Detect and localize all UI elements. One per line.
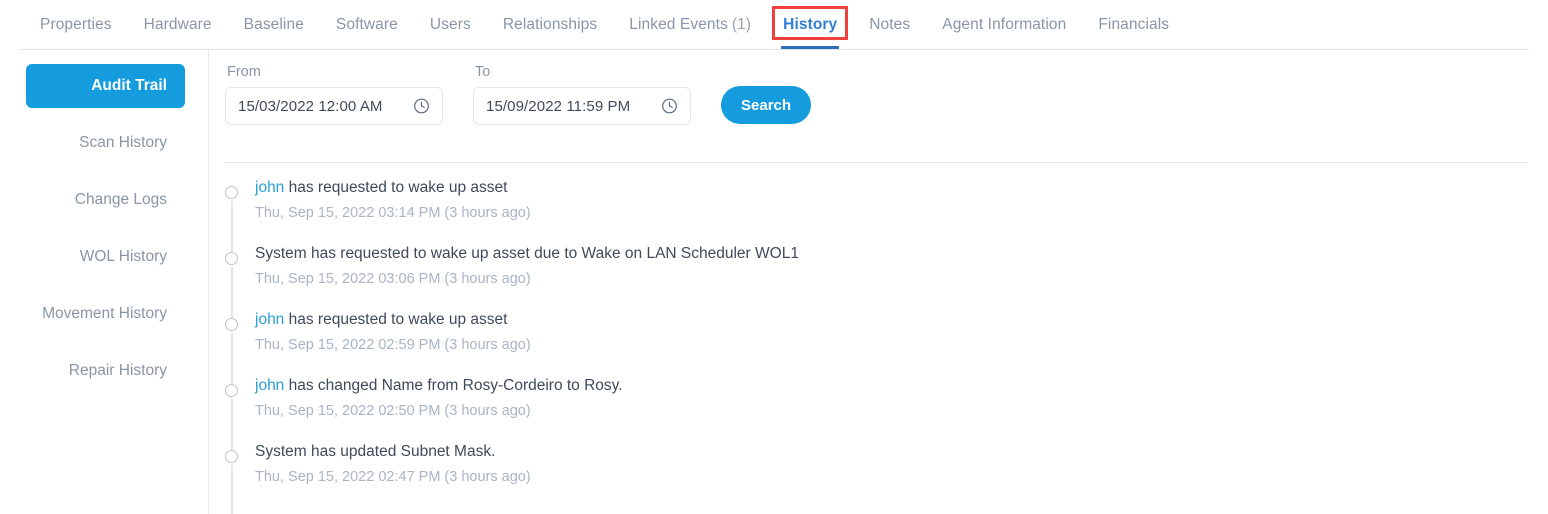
- tab-label: Baseline: [243, 16, 304, 33]
- timeline-bullet-icon: [225, 186, 238, 199]
- sidebar-item-label: WOL History: [79, 248, 167, 265]
- timeline-bullet-icon: [225, 450, 238, 463]
- clock-icon[interactable]: [413, 98, 430, 115]
- timeline-action-text: System has updated Subnet Mask.: [255, 443, 496, 460]
- search-button[interactable]: Search: [721, 86, 812, 124]
- history-tab-page: Properties Hardware Baseline Software Users R…: [0, 0, 1548, 514]
- timeline-action-text: has changed Name from Rosy-Cordeiro to R…: [284, 377, 623, 394]
- sidebar-item-label: Repair History: [68, 362, 167, 379]
- sidebar-item-wol-history[interactable]: WOL History: [26, 235, 185, 279]
- sidebar-item-repair-history[interactable]: Repair History: [26, 349, 185, 393]
- tab-software[interactable]: Software: [320, 0, 414, 50]
- timeline-entry-text: john has requested to wake up asset: [255, 178, 1548, 198]
- sidebar-item-audit-trail[interactable]: Audit Trail: [26, 64, 185, 108]
- tab-linked-events[interactable]: Linked Events (1): [613, 0, 767, 50]
- timeline-entry: john has requested to wake up asset Thu, …: [225, 310, 1548, 385]
- to-label: To: [475, 64, 491, 80]
- timeline-entry-text: john has requested to wake up asset: [255, 310, 1548, 330]
- timeline-actor-link[interactable]: john: [255, 377, 284, 394]
- timeline-bullet-icon: [225, 318, 238, 331]
- sidebar-item-scan-history[interactable]: Scan History: [26, 121, 185, 165]
- timeline-action-text: has requested to wake up asset: [284, 179, 508, 196]
- timeline-entry: System has updated Subnet Mask. Thu, Sep …: [225, 442, 1548, 514]
- tab-hardware[interactable]: Hardware: [128, 0, 228, 50]
- content-divider: [225, 162, 1528, 163]
- timeline-entry-text: System has requested to wake up asset du…: [255, 244, 1548, 264]
- timeline-actor-link[interactable]: john: [255, 311, 284, 328]
- sidebar-item-label: Scan History: [79, 134, 167, 151]
- tab-bar: Properties Hardware Baseline Software Users R…: [0, 0, 1548, 50]
- tab-count-badge: (1): [731, 16, 752, 33]
- sidebar-item-movement-history[interactable]: Movement History: [26, 292, 185, 336]
- from-label: From: [227, 64, 261, 80]
- from-date-field: From 15/03/2022 12:00 AM: [225, 64, 443, 125]
- tab-label: Properties: [40, 16, 112, 33]
- tab-label: Notes: [869, 16, 911, 33]
- timeline-timestamp: Thu, Sep 15, 2022 03:06 PM (3 hours ago): [255, 271, 531, 287]
- timeline-connector: [231, 465, 233, 514]
- tab-notes[interactable]: Notes: [853, 0, 926, 50]
- timeline-entry: john has changed Name from Rosy-Cordeiro…: [225, 376, 1548, 451]
- to-date-field: To 15/09/2022 11:59 PM: [473, 64, 691, 125]
- timeline-timestamp: Thu, Sep 15, 2022 02:59 PM (3 hours ago): [255, 337, 531, 353]
- timeline-actor-link[interactable]: john: [255, 179, 284, 196]
- audit-trail-timeline: john has requested to wake up asset Thu, …: [225, 178, 1548, 514]
- tab-users[interactable]: Users: [414, 0, 487, 50]
- tab-label: Relationships: [502, 16, 598, 33]
- tab-label: Software: [335, 16, 398, 33]
- tab-history[interactable]: History: [767, 0, 853, 50]
- timeline-timestamp: Thu, Sep 15, 2022 02:47 PM (3 hours ago): [255, 469, 531, 485]
- sidebar-item-label: Movement History: [42, 305, 167, 322]
- sidebar-item-change-logs[interactable]: Change Logs: [26, 178, 185, 222]
- tab-properties[interactable]: Properties: [24, 0, 128, 50]
- tab-label: Financials: [1098, 16, 1170, 33]
- tab-label: Agent Information: [942, 16, 1067, 33]
- from-date-value: 15/03/2022 12:00 AM: [238, 97, 383, 115]
- tab-financials[interactable]: Financials: [1082, 0, 1185, 50]
- tab-baseline[interactable]: Baseline: [228, 0, 320, 50]
- timeline-bullet-icon: [225, 384, 238, 397]
- tab-label: Linked Events: [629, 16, 728, 33]
- timeline-entry-text: System has updated Subnet Mask.: [255, 442, 1548, 462]
- sidebar-item-label: Audit Trail: [91, 77, 167, 94]
- to-date-value: 15/09/2022 11:59 PM: [486, 97, 631, 115]
- clock-icon[interactable]: [661, 98, 678, 115]
- timeline-entry-text: john has changed Name from Rosy-Cordeiro…: [255, 376, 1548, 396]
- timeline-timestamp: Thu, Sep 15, 2022 02:50 PM (3 hours ago): [255, 403, 531, 419]
- tab-label: History: [783, 16, 838, 33]
- from-date-input[interactable]: 15/03/2022 12:00 AM: [225, 87, 443, 125]
- timeline-timestamp: Thu, Sep 15, 2022 03:14 PM (3 hours ago): [255, 205, 531, 221]
- tab-label: Hardware: [143, 16, 212, 33]
- tab-agent-information[interactable]: Agent Information: [926, 0, 1082, 50]
- sidebar-item-label: Change Logs: [74, 191, 167, 208]
- timeline-action-text: System has requested to wake up asset du…: [255, 245, 799, 262]
- timeline-bullet-icon: [225, 252, 238, 265]
- tab-relationships[interactable]: Relationships: [487, 0, 613, 50]
- timeline-action-text: has requested to wake up asset: [284, 311, 508, 328]
- tab-label: Users: [429, 16, 471, 33]
- history-sidebar: Audit Trail Scan History Change Logs WOL Hi…: [0, 50, 208, 514]
- date-filter-bar: From 15/03/2022 12:00 AM To 15/09/2022 1…: [225, 64, 812, 125]
- timeline-entry: john has requested to wake up asset Thu, …: [225, 178, 1548, 253]
- history-content: From 15/03/2022 12:00 AM To 15/09/2022 1…: [209, 50, 1548, 514]
- to-date-input[interactable]: 15/09/2022 11:59 PM: [473, 87, 691, 125]
- timeline-entry: System has requested to wake up asset du…: [225, 244, 1548, 319]
